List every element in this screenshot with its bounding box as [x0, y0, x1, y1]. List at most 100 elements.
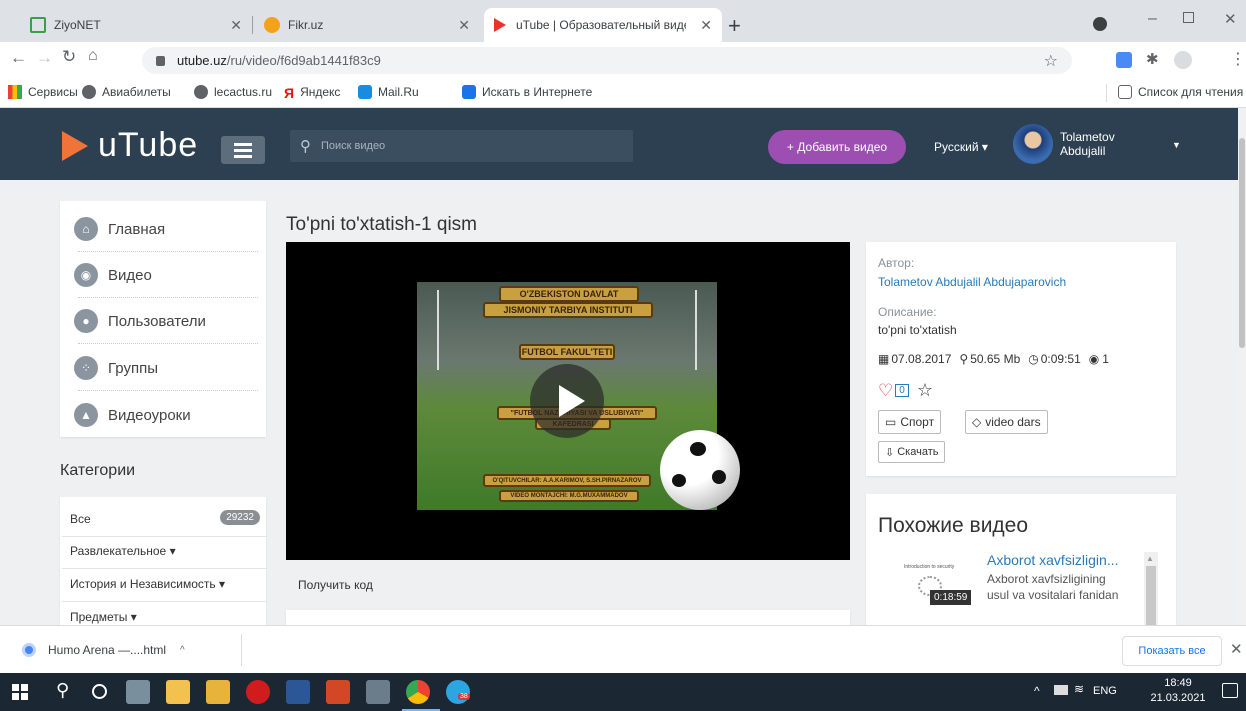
battery-icon[interactable] [1054, 685, 1068, 695]
cloud-download-icon: ⇩ [885, 446, 895, 459]
mailru-icon [358, 85, 372, 99]
input-language[interactable]: ENG [1093, 685, 1117, 697]
reading-list[interactable]: Список для чтения [1118, 85, 1243, 99]
bookmark-services[interactable]: Сервисы [8, 85, 78, 99]
star-icon[interactable]: ☆ [1044, 51, 1058, 71]
bookmarks-bar: Сервисы Авиабилеты lecactus.ru Я Яндекс … [0, 78, 1246, 108]
video-player[interactable]: O'ZBEKISTON DAVLAT JISMONIY TARBIYA INST… [286, 242, 850, 560]
scrollbar-thumb[interactable] [1146, 566, 1156, 625]
close-icon[interactable]: ✕ [1230, 640, 1243, 658]
bookmark-search-internet[interactable]: Искать в Интернете [462, 85, 592, 99]
minimize-icon[interactable]: – [1148, 10, 1157, 28]
paint-icon[interactable] [366, 680, 390, 704]
user-first-name: Tolametov [1060, 130, 1115, 144]
close-tab-icon[interactable]: ✕ [230, 17, 242, 34]
maximize-icon[interactable] [1183, 12, 1194, 23]
category-entertainment[interactable]: Развлекательное ▾ [70, 544, 176, 558]
close-tab-icon[interactable]: ✕ [700, 17, 712, 34]
close-tab-icon[interactable]: ✕ [458, 17, 470, 34]
sidebar-item-users[interactable]: ● Пользователи [74, 309, 206, 333]
chevron-up-icon[interactable]: ^ [180, 645, 185, 656]
back-icon[interactable]: ← [10, 48, 27, 68]
scrollbar-thumb[interactable] [1239, 138, 1245, 348]
bookmark-yandex[interactable]: Я Яндекс [284, 85, 340, 101]
sidebar-item-label: Видеоуроки [108, 406, 191, 424]
taskbar-app-icon[interactable] [126, 680, 150, 704]
browser-menu-icon[interactable]: ⋮ [1230, 49, 1246, 69]
category-subjects[interactable]: Предметы ▾ [70, 610, 137, 624]
page-scrollbar[interactable] [1238, 108, 1246, 625]
duration: 0:09:51 [1040, 352, 1081, 366]
translate-extension-icon[interactable] [1116, 52, 1132, 68]
bookmark-lecactus[interactable]: lecactus.ru [194, 85, 272, 99]
reload-icon[interactable]: ↻ [62, 47, 76, 67]
avatar[interactable] [1013, 124, 1053, 164]
scroll-up-icon[interactable]: ▲ [1146, 554, 1154, 563]
url-host: utube.uz [177, 53, 227, 68]
bookmark-mailru[interactable]: Mail.Ru [358, 85, 419, 99]
profile-icon[interactable] [1093, 17, 1107, 31]
play-button[interactable] [530, 364, 604, 438]
forward-icon[interactable]: → [36, 48, 53, 68]
windows-start-icon[interactable] [12, 684, 28, 700]
category-label: История и Независимость [70, 577, 216, 591]
category-history[interactable]: История и Независимость ▾ [70, 577, 225, 591]
opera-icon[interactable] [246, 680, 270, 704]
word-icon[interactable] [286, 680, 310, 704]
related-video-title[interactable]: Axborot xavfsizligin... [987, 552, 1119, 568]
category-all[interactable]: Все 29232 [70, 510, 260, 526]
download-button[interactable]: ⇩ Скачать [878, 441, 946, 463]
user-menu[interactable]: Tolametov Abdujalil [1060, 130, 1115, 158]
wifi-icon[interactable]: ≋ [1074, 682, 1084, 696]
close-window-icon[interactable]: ✕ [1224, 10, 1237, 28]
author-link[interactable]: Tolametov Abdujalil Abdujaparovich [878, 275, 1066, 289]
related-thumbnail[interactable]: Introduction to security 0:18:59 [884, 554, 980, 606]
favorite-star-icon[interactable]: ☆ [917, 380, 933, 401]
category-tag[interactable]: ▭ Спорт [878, 410, 942, 434]
bookmark-label: Сервисы [28, 85, 78, 99]
duration-badge: 0:18:59 [930, 590, 972, 605]
sidebar-item-video[interactable]: ◉ Видео [74, 263, 152, 287]
tab-utube[interactable]: uTube | Образовательный виде ✕ [484, 8, 722, 42]
site-header: uTube ⚲ Поиск видео + Добавить видео Рус… [0, 108, 1238, 180]
calendar-icon: ▦ [878, 352, 890, 366]
search-icon[interactable]: ⚲ [56, 680, 69, 701]
language-selector[interactable]: Русский ▾ [934, 140, 988, 154]
clock[interactable]: 18:49 21.03.2021 [1146, 677, 1210, 704]
chrome-icon[interactable] [406, 680, 430, 704]
hamburger-menu-button[interactable] [221, 136, 265, 164]
reactions: ♡ 0 ☆ [878, 380, 933, 401]
new-tab-button[interactable]: + [728, 13, 741, 39]
sidebar-item-home[interactable]: ⌂ Главная [74, 217, 165, 241]
telegram-icon[interactable]: 38 [446, 680, 470, 704]
notifications-icon[interactable] [1222, 683, 1238, 698]
tab-fikr[interactable]: Fikr.uz ✕ [254, 8, 480, 42]
account-icon[interactable] [1174, 51, 1192, 69]
bookmark-label: lecactus.ru [214, 85, 273, 99]
tray-chevron-icon[interactable]: ^ [1034, 684, 1040, 698]
address-bar[interactable]: utube.uz /ru/video/f6d9ab1441f83c9 ☆ [142, 47, 1072, 74]
add-video-button[interactable]: + Добавить видео [768, 130, 906, 164]
home-icon[interactable]: ⌂ [88, 47, 98, 65]
related-scrollbar[interactable]: ▲ [1144, 552, 1158, 625]
get-code-link[interactable]: Получить код [298, 578, 373, 592]
powerpoint-icon[interactable] [326, 680, 350, 704]
tab-ziyonet[interactable]: ZiyoNET ✕ [20, 8, 252, 42]
download-item[interactable]: Humo Arena —....html ^ [10, 634, 242, 666]
store-icon[interactable] [206, 680, 230, 704]
chevron-down-icon[interactable]: ▼ [1172, 140, 1181, 150]
keyword-tag[interactable]: ◇ video dars [965, 410, 1048, 434]
categories-list: Все 29232 Развлекательное ▾ История и Не… [60, 497, 266, 625]
search-input[interactable]: ⚲ Поиск видео [290, 130, 633, 162]
thumb-institute-1: O'ZBEKISTON DAVLAT [499, 286, 639, 302]
site-logo[interactable]: uTube [62, 126, 198, 165]
extensions-icon[interactable]: ✱ [1146, 50, 1159, 68]
heart-icon[interactable]: ♡ [878, 381, 893, 401]
tab-title: ZiyoNET [54, 18, 101, 32]
bookmark-aviabilety[interactable]: Авиабилеты [82, 85, 171, 99]
file-explorer-icon[interactable] [166, 680, 190, 704]
show-all-button[interactable]: Показать все [1122, 636, 1222, 666]
sidebar-item-videolessons[interactable]: ▲ Видеоуроки [74, 403, 191, 427]
cortana-icon[interactable] [92, 684, 107, 699]
sidebar-item-groups[interactable]: ⁘ Группы [74, 356, 158, 380]
